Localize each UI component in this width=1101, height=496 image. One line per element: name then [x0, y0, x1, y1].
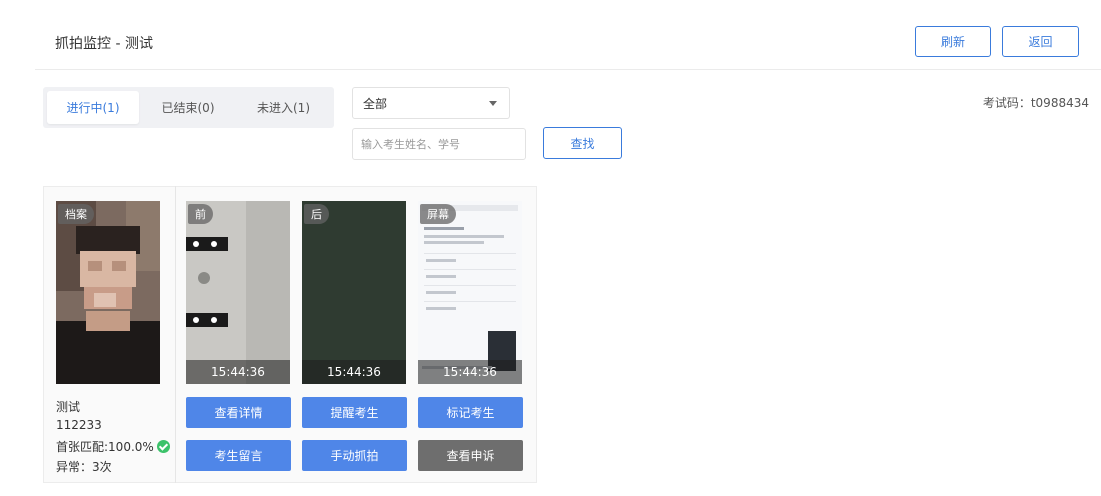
- back-timestamp: 15:44:36: [302, 360, 406, 384]
- student-id: 112233: [56, 418, 102, 432]
- screen-timestamp: 15:44:36: [418, 360, 522, 384]
- view-appeal-button[interactable]: 查看申诉: [418, 440, 523, 471]
- refresh-button[interactable]: 刷新: [915, 26, 991, 57]
- search-button[interactable]: 查找: [543, 127, 622, 159]
- screen-tag: 屏幕: [420, 204, 456, 224]
- search-placeholder: 输入考生姓名、学号: [361, 138, 460, 151]
- profile-tag: 档案: [58, 204, 94, 224]
- student-message-button[interactable]: 考生留言: [186, 440, 291, 471]
- match-info: 首张匹配:100.0%: [56, 438, 170, 455]
- back-tag: 后: [304, 204, 329, 224]
- page: 抓拍监控 - 测试 刷新 返回 进行中(1) 已结束(0) 未进入(1) 全部 …: [0, 0, 1101, 496]
- remind-student-button[interactable]: 提醒考生: [302, 397, 407, 428]
- manual-capture-button[interactable]: 手动抓拍: [302, 440, 407, 471]
- status-tabs: 进行中(1) 已结束(0) 未进入(1): [43, 87, 334, 128]
- page-title: 抓拍监控 - 测试: [55, 36, 153, 52]
- back-photo[interactable]: 后 15:44:36: [302, 201, 406, 384]
- front-timestamp: 15:44:36: [186, 360, 290, 384]
- screen-photo[interactable]: 屏幕 15:44:36: [418, 201, 522, 384]
- header-bar: 抓拍监控 - 测试 刷新 返回: [35, 12, 1101, 70]
- card-divider: [175, 186, 176, 483]
- front-photo[interactable]: 前 15:44:36: [186, 201, 290, 384]
- back-button[interactable]: 返回: [1002, 26, 1079, 57]
- filter-select[interactable]: 全部: [352, 87, 510, 119]
- profile-photo-image: [56, 201, 160, 384]
- tab-finished[interactable]: 已结束(0): [141, 91, 235, 124]
- tab-not-entered[interactable]: 未进入(1): [237, 91, 330, 124]
- profile-photo[interactable]: 档案: [56, 201, 160, 384]
- front-photo-image: [186, 201, 290, 384]
- view-details-button[interactable]: 查看详情: [186, 397, 291, 428]
- filter-select-value: 全部: [363, 96, 388, 111]
- match-text: 首张匹配:100.0%: [56, 440, 154, 454]
- search-input[interactable]: 输入考生姓名、学号: [352, 128, 526, 160]
- chevron-down-icon: [489, 101, 497, 106]
- screen-photo-image: [418, 201, 522, 384]
- mark-student-button[interactable]: 标记考生: [418, 397, 523, 428]
- exam-code: 考试码：t0988434: [982, 96, 1089, 110]
- anomaly-count: 异常：3次: [56, 460, 112, 474]
- check-circle-icon: [156, 440, 170, 453]
- student-name: 测试: [56, 400, 81, 414]
- front-tag: 前: [188, 204, 213, 224]
- tab-in-progress[interactable]: 进行中(1): [47, 91, 139, 124]
